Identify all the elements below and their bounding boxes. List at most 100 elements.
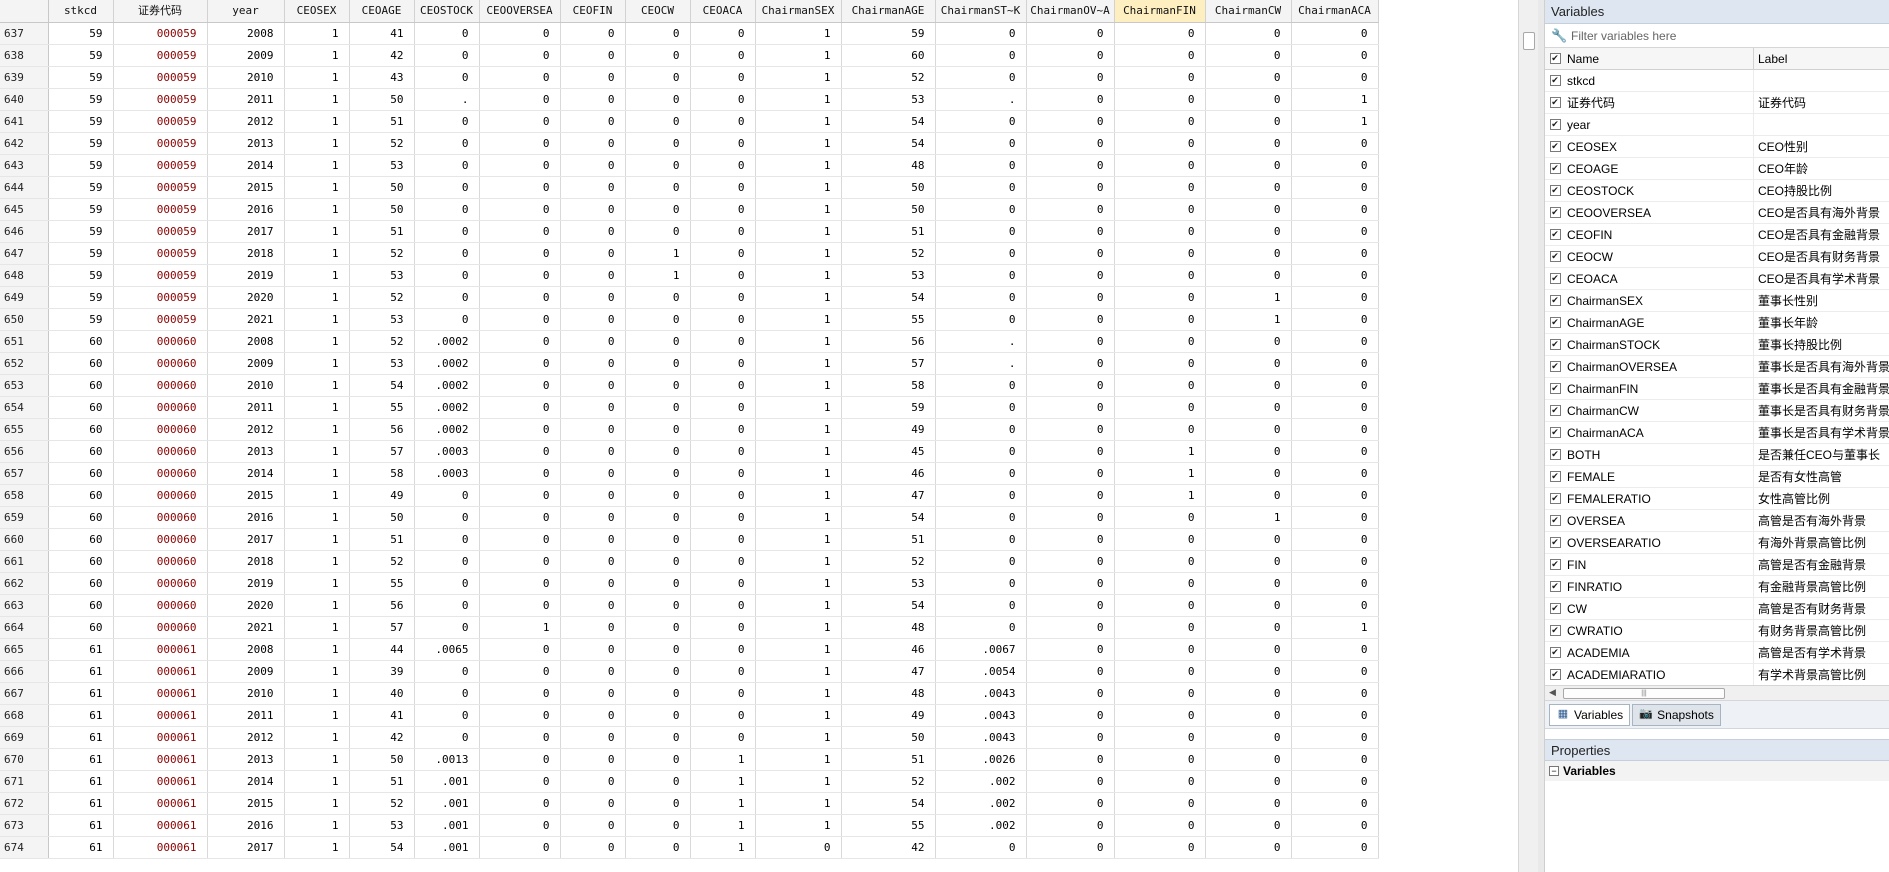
cell-chairmanstk[interactable]: 0 bbox=[935, 264, 1027, 287]
cell-ceoaca[interactable]: 0 bbox=[690, 66, 756, 89]
cell-ceoage[interactable]: 53 bbox=[349, 264, 415, 287]
column-header-chairmanfin[interactable]: ChairmanFIN bbox=[1114, 0, 1206, 23]
cell-stkcd[interactable]: 59 bbox=[48, 132, 114, 155]
cell-chairmanfin[interactable]: 0 bbox=[1114, 814, 1206, 837]
variable-item[interactable]: ✔ FINRATIO 有金融背景高管比例 bbox=[1545, 576, 1889, 598]
cell-chairmanfin[interactable]: 0 bbox=[1114, 22, 1206, 45]
cell-chairmancw[interactable]: 0 bbox=[1205, 770, 1292, 793]
cell-ceosex[interactable]: 1 bbox=[284, 682, 350, 705]
cell-chairmanstk[interactable]: 0 bbox=[935, 506, 1027, 529]
cell-chairmancw[interactable]: 0 bbox=[1205, 462, 1292, 485]
cell-stkcd[interactable]: 61 bbox=[48, 704, 114, 727]
cell-ceostock[interactable]: 0 bbox=[414, 220, 480, 243]
table-row[interactable]: 655 60 000060 2012 1 56.0002 0 0 0 0 1 49 0 0 0 0 0 bbox=[0, 418, 1379, 441]
cell-chairmanaca[interactable]: 0 bbox=[1291, 440, 1379, 463]
cell-year[interactable]: 2015 bbox=[207, 792, 285, 815]
cell-chairmancw[interactable]: 0 bbox=[1205, 220, 1292, 243]
variable-checkbox[interactable]: ✔ bbox=[1549, 427, 1561, 438]
cell-year[interactable]: 2016 bbox=[207, 506, 285, 529]
cell-chairmancw[interactable]: 0 bbox=[1205, 814, 1292, 837]
cell-chairmanage[interactable]: 54 bbox=[841, 594, 936, 617]
cell-chairmanfin[interactable]: 0 bbox=[1114, 110, 1206, 133]
cell-ceofin[interactable]: 0 bbox=[560, 638, 626, 661]
cell-code[interactable]: 000059 bbox=[113, 132, 208, 155]
cell-chairmancw[interactable]: 0 bbox=[1205, 330, 1292, 353]
cell-ceocw[interactable]: 0 bbox=[625, 22, 691, 45]
table-row[interactable]: 673 61 000061 2016 1 53.001 0 0 0 1 1 55.002 0 0 0 0 bbox=[0, 814, 1379, 837]
cell-stkcd[interactable]: 60 bbox=[48, 440, 114, 463]
cell-chairmancw[interactable]: 0 bbox=[1205, 836, 1292, 859]
cell-stkcd[interactable]: 60 bbox=[48, 572, 114, 595]
cell-year[interactable]: 2017 bbox=[207, 528, 285, 551]
cell-chairmanfin[interactable]: 0 bbox=[1114, 154, 1206, 177]
cell-ceofin[interactable]: 0 bbox=[560, 242, 626, 265]
row-number[interactable]: 639 bbox=[0, 66, 49, 89]
cell-chairmanage[interactable]: 54 bbox=[841, 506, 936, 529]
cell-chairmanova[interactable]: 0 bbox=[1026, 638, 1115, 661]
cell-code[interactable]: 000060 bbox=[113, 440, 208, 463]
cell-ceofin[interactable]: 0 bbox=[560, 550, 626, 573]
cell-ceostock[interactable]: 0 bbox=[414, 110, 480, 133]
table-row[interactable]: 666 61 000061 2009 1 39 0 0 0 0 0 1 47.0054 0 0 0 0 bbox=[0, 660, 1379, 683]
column-header-ceostock[interactable]: CEOSTOCK bbox=[414, 0, 480, 23]
table-row[interactable]: 652 60 000060 2009 1 53.0002 0 0 0 0 1 57. 0 0 0 0 bbox=[0, 352, 1379, 375]
cell-chairmancw[interactable]: 0 bbox=[1205, 176, 1292, 199]
row-number[interactable]: 656 bbox=[0, 440, 49, 463]
cell-chairmancw[interactable]: 0 bbox=[1205, 550, 1292, 573]
cell-chairmanstk[interactable]: 0 bbox=[935, 836, 1027, 859]
cell-chairmancw[interactable]: 0 bbox=[1205, 154, 1292, 177]
cell-chairmanage[interactable]: 60 bbox=[841, 44, 936, 67]
cell-stkcd[interactable]: 60 bbox=[48, 616, 114, 639]
cell-year[interactable]: 2012 bbox=[207, 110, 285, 133]
cell-ceocw[interactable]: 0 bbox=[625, 836, 691, 859]
cell-chairmanage[interactable]: 50 bbox=[841, 176, 936, 199]
cell-chairmanfin[interactable]: 0 bbox=[1114, 616, 1206, 639]
cell-code[interactable]: 000059 bbox=[113, 264, 208, 287]
cell-ceooversea[interactable]: 1 bbox=[479, 616, 561, 639]
cell-ceoage[interactable]: 42 bbox=[349, 44, 415, 67]
cell-chairmansex[interactable]: 1 bbox=[755, 352, 842, 375]
cell-chairmansex[interactable]: 1 bbox=[755, 418, 842, 441]
cell-ceoaca[interactable]: 0 bbox=[690, 704, 756, 727]
cell-chairmanaca[interactable]: 0 bbox=[1291, 638, 1379, 661]
row-number[interactable]: 668 bbox=[0, 704, 49, 727]
cell-chairmanage[interactable]: 56 bbox=[841, 330, 936, 353]
cell-chairmansex[interactable]: 1 bbox=[755, 132, 842, 155]
cell-year[interactable]: 2014 bbox=[207, 462, 285, 485]
cell-ceocw[interactable]: 0 bbox=[625, 286, 691, 309]
label-column-header[interactable]: Label bbox=[1754, 48, 1889, 69]
cell-chairmansex[interactable]: 1 bbox=[755, 22, 842, 45]
cell-stkcd[interactable]: 61 bbox=[48, 660, 114, 683]
cell-code[interactable]: 000059 bbox=[113, 88, 208, 111]
cell-chairmanova[interactable]: 0 bbox=[1026, 704, 1115, 727]
cell-ceooversea[interactable]: 0 bbox=[479, 704, 561, 727]
cell-ceoaca[interactable]: 0 bbox=[690, 572, 756, 595]
cell-ceooversea[interactable]: 0 bbox=[479, 528, 561, 551]
cell-stkcd[interactable]: 61 bbox=[48, 748, 114, 771]
cell-ceosex[interactable]: 1 bbox=[284, 220, 350, 243]
cell-ceooversea[interactable]: 0 bbox=[479, 726, 561, 749]
cell-ceoaca[interactable]: 0 bbox=[690, 440, 756, 463]
cell-chairmanage[interactable]: 50 bbox=[841, 726, 936, 749]
cell-code[interactable]: 000061 bbox=[113, 836, 208, 859]
cell-ceostock[interactable]: .0002 bbox=[414, 330, 480, 353]
cell-ceooversea[interactable]: 0 bbox=[479, 594, 561, 617]
cell-chairmanaca[interactable]: 0 bbox=[1291, 418, 1379, 441]
cell-ceoaca[interactable]: 0 bbox=[690, 308, 756, 331]
cell-ceosex[interactable]: 1 bbox=[284, 308, 350, 331]
cell-chairmancw[interactable]: 0 bbox=[1205, 572, 1292, 595]
row-number[interactable]: 664 bbox=[0, 616, 49, 639]
cell-chairmansex[interactable]: 1 bbox=[755, 814, 842, 837]
cell-ceofin[interactable]: 0 bbox=[560, 374, 626, 397]
cell-chairmanaca[interactable]: 0 bbox=[1291, 550, 1379, 573]
variable-item[interactable]: ✔ CEOCW CEO是否具有财务背景 bbox=[1545, 246, 1889, 268]
table-row[interactable]: 656 60 000060 2013 1 57.0003 0 0 0 0 1 45 0 0 1 0 0 bbox=[0, 440, 1379, 463]
variable-checkbox[interactable]: ✔ bbox=[1549, 449, 1561, 460]
cell-ceoage[interactable]: 40 bbox=[349, 682, 415, 705]
cell-ceoage[interactable]: 54 bbox=[349, 836, 415, 859]
table-row[interactable]: 648 59 000059 2019 1 53 0 0 0 1 0 1 53 0 0 0 0 0 bbox=[0, 264, 1379, 287]
cell-ceostock[interactable]: .0002 bbox=[414, 352, 480, 375]
cell-chairmanstk[interactable]: 0 bbox=[935, 594, 1027, 617]
cell-chairmanova[interactable]: 0 bbox=[1026, 22, 1115, 45]
filter-variables-input[interactable] bbox=[1571, 28, 1871, 43]
